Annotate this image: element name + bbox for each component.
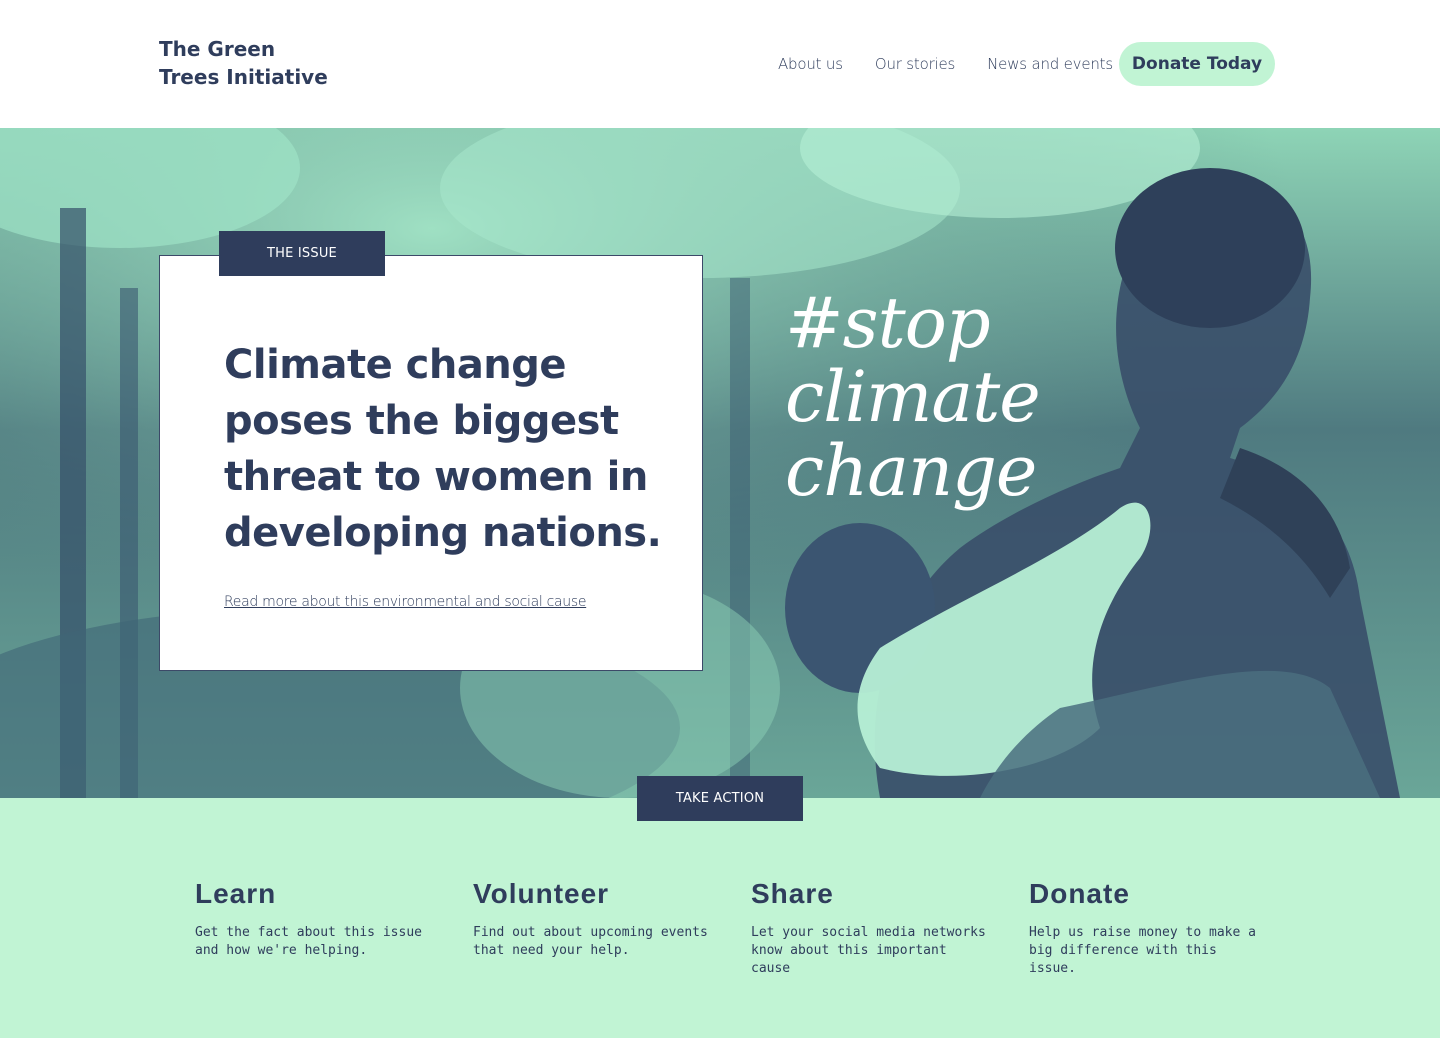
action-title: Donate	[1029, 878, 1130, 909]
donate-today-button[interactable]: Donate Today	[1119, 42, 1275, 86]
nav-news-and-events[interactable]: News and events	[987, 55, 1113, 73]
read-more-link[interactable]: Read more about this environmental and s…	[224, 594, 586, 610]
hashtag-line-1: #stop	[785, 282, 991, 364]
hashtag-line-2: climate	[785, 356, 1041, 438]
action-column-learn[interactable]: Learn Get the fact about this issue and …	[195, 878, 435, 960]
main-nav: About us Our stories News and events	[778, 55, 1113, 73]
stop-climate-change-hashtag: #stop climate change	[785, 286, 1205, 508]
action-title: Learn	[195, 878, 277, 909]
action-column-volunteer[interactable]: Volunteer Find out about upcoming events…	[473, 878, 713, 960]
action-description: Find out about upcoming events that need…	[473, 925, 708, 958]
nav-about-us[interactable]: About us	[778, 55, 843, 73]
issue-headline: Climate change poses the biggest threat …	[224, 342, 662, 556]
hashtag-line-3: change	[785, 430, 1037, 512]
action-description: Let your social media networks know abou…	[751, 925, 986, 976]
the-issue-tag: THE ISSUE	[219, 231, 385, 276]
logo[interactable]: The Green Trees Initiative	[159, 35, 359, 91]
take-action-button[interactable]: TAKE ACTION	[637, 776, 803, 821]
action-description: Help us raise money to make a big differ…	[1029, 925, 1256, 976]
action-title: Share	[751, 878, 834, 909]
site-header: The Green Trees Initiative About us Our …	[0, 0, 1440, 128]
action-column-share[interactable]: Share Let your social media networks kno…	[751, 878, 991, 978]
logo-line-2: Trees Initiative	[159, 65, 328, 89]
action-description: Get the fact about this issue and how we…	[195, 925, 422, 958]
logo-line-1: The Green	[159, 37, 276, 61]
action-title: Volunteer	[473, 878, 610, 909]
nav-our-stories[interactable]: Our stories	[875, 55, 956, 73]
action-column-donate[interactable]: Donate Help us raise money to make a big…	[1029, 878, 1269, 978]
